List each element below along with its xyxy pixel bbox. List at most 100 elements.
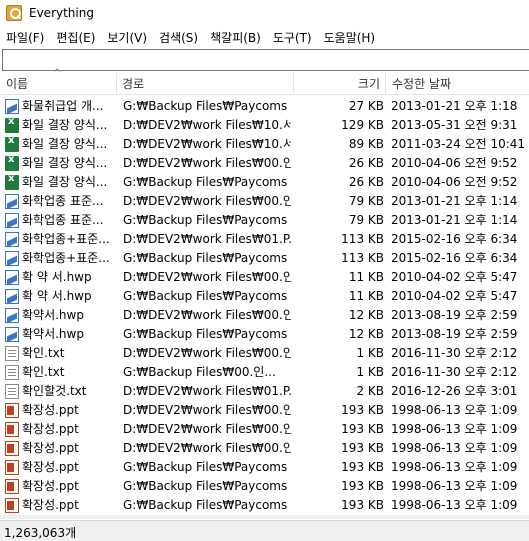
file-path: G:₩Backup Files₩Paycoms Fi... bbox=[123, 479, 291, 493]
file-modified-date: 2013-01-21 오후 1:14 bbox=[391, 213, 518, 227]
menu-search[interactable]: 검색(S) bbox=[159, 29, 198, 46]
file-size: 1 KB bbox=[356, 365, 384, 379]
column-header: 이름 ^ 경로 크기 수정한 날짜 bbox=[0, 68, 529, 95]
ppt-file-icon bbox=[5, 498, 19, 513]
hwp-file-icon bbox=[5, 308, 19, 323]
file-row[interactable]: 확장성.ppt G:₩Backup Files₩Paycoms Fi... 193 … bbox=[0, 496, 529, 515]
file-name: 화학업종+표준... bbox=[22, 251, 110, 265]
search-input[interactable] bbox=[3, 50, 529, 70]
column-divider[interactable] bbox=[293, 73, 294, 95]
file-path: G:₩Backup Files₩00.인... bbox=[123, 365, 276, 379]
menu-bookmarks[interactable]: 책갈피(B) bbox=[210, 29, 261, 46]
file-modified-date: 2010-04-06 오전 9:52 bbox=[391, 156, 518, 170]
result-count: 1,263,063개 bbox=[4, 526, 77, 540]
column-size-header[interactable]: 크기 bbox=[300, 73, 380, 95]
file-size: 12 KB bbox=[348, 308, 384, 322]
file-name: 화학업종 표준... bbox=[22, 213, 104, 227]
file-size: 26 KB bbox=[348, 156, 384, 170]
file-modified-date: 1998-06-13 오후 1:09 bbox=[391, 479, 518, 493]
hwp-file-icon bbox=[5, 232, 19, 247]
file-name: 화학업종 표준... bbox=[22, 194, 104, 208]
file-path: D:₩DEV2₩work Files₩00.인... bbox=[123, 308, 291, 322]
column-divider[interactable] bbox=[385, 73, 386, 95]
menu-help[interactable]: 도움말(H) bbox=[324, 29, 376, 46]
file-modified-date: 2015-02-16 오후 6:34 bbox=[391, 251, 518, 265]
file-row[interactable]: 화물취급업 개... G:₩Backup Files₩Paycoms Fi... 2… bbox=[0, 97, 529, 116]
column-path-header[interactable]: 경로 bbox=[122, 73, 144, 95]
file-row[interactable]: 화일 결장 양식... D:₩DEV2₩work Files₩10.서식 129 K… bbox=[0, 116, 529, 135]
file-size: 193 KB bbox=[341, 498, 384, 512]
file-path: G:₩Backup Files₩Paycoms Fi... bbox=[123, 498, 291, 512]
file-size: 193 KB bbox=[341, 460, 384, 474]
file-row[interactable]: 확장성.ppt D:₩DEV2₩work Files₩00.인... 193 KB 1… bbox=[0, 401, 529, 420]
file-name: 화일 결장 양식... bbox=[22, 175, 108, 189]
excel-file-icon bbox=[5, 173, 19, 190]
sort-ascending-icon: ^ bbox=[53, 68, 62, 79]
column-divider[interactable] bbox=[116, 73, 117, 95]
file-row[interactable]: 확 약 서.hwp G:₩Backup Files₩Paycoms Fi... 11… bbox=[0, 287, 529, 306]
file-row[interactable]: 화학업종 표준... G:₩Backup Files₩Paycoms Fi... 7… bbox=[0, 211, 529, 230]
file-row[interactable]: 확 약 서.hwp D:₩DEV2₩work Files₩00.인... 11 KB… bbox=[0, 268, 529, 287]
file-name: 확인할것.txt bbox=[22, 384, 87, 398]
file-size: 27 KB bbox=[348, 99, 384, 113]
file-size: 89 KB bbox=[348, 137, 384, 151]
file-path: D:₩DEV2₩work Files₩00.인... bbox=[123, 156, 291, 170]
file-row[interactable]: 확장성.ppt G:₩Backup Files₩Paycoms Fi... 193 … bbox=[0, 458, 529, 477]
horizontal-scrollbar[interactable] bbox=[0, 515, 529, 519]
file-modified-date: 2016-11-30 오후 2:12 bbox=[391, 346, 518, 360]
menu-edit[interactable]: 편집(E) bbox=[56, 29, 95, 46]
file-modified-date: 1998-06-13 오후 1:09 bbox=[391, 441, 518, 455]
file-row[interactable]: 확인할것.txt D:₩DEV2₩work Files₩01.P... 2 KB 20… bbox=[0, 382, 529, 401]
column-modified-header[interactable]: 수정한 날짜 bbox=[392, 73, 451, 95]
file-size: 12 KB bbox=[348, 327, 384, 341]
file-row[interactable]: 확약서.hwp D:₩DEV2₩work Files₩00.인... 12 KB 20… bbox=[0, 306, 529, 325]
file-size: 193 KB bbox=[341, 403, 384, 417]
hwp-file-icon bbox=[5, 99, 19, 114]
file-modified-date: 2013-08-19 오후 2:59 bbox=[391, 308, 518, 322]
file-path: D:₩DEV2₩work Files₩00.인... bbox=[123, 270, 291, 284]
file-row[interactable]: 화학업종+표준... D:₩DEV2₩work Files₩01.P... 113 … bbox=[0, 230, 529, 249]
file-path: D:₩DEV2₩work Files₩10.서식 bbox=[123, 118, 291, 132]
text-file-icon bbox=[5, 384, 19, 399]
file-row[interactable]: 확장성.ppt D:₩DEV2₩work Files₩00.인... 193 KB 1… bbox=[0, 420, 529, 439]
file-row[interactable]: 화학업종+표준... G:₩Backup Files₩Paycoms Fi... 1… bbox=[0, 249, 529, 268]
column-name-header[interactable]: 이름 bbox=[6, 73, 28, 95]
file-size: 11 KB bbox=[348, 270, 384, 284]
file-row[interactable]: 화일 결장 양식... D:₩DEV2₩work Files₩10.서식 89 KB… bbox=[0, 135, 529, 154]
ppt-file-icon bbox=[5, 460, 19, 475]
file-row[interactable]: 화학업종 표준... D:₩DEV2₩work Files₩00.인... 79 K… bbox=[0, 192, 529, 211]
file-modified-date: 2010-04-02 오후 5:47 bbox=[391, 289, 518, 303]
menu-view[interactable]: 보기(V) bbox=[107, 29, 147, 46]
excel-file-icon bbox=[5, 135, 19, 152]
file-row[interactable]: 화일 결장 양식... D:₩DEV2₩work Files₩00.인... 26 … bbox=[0, 154, 529, 173]
file-path: G:₩Backup Files₩Paycoms Fi... bbox=[123, 99, 291, 113]
menu-tools[interactable]: 도구(T) bbox=[273, 29, 312, 46]
file-modified-date: 1998-06-13 오후 1:09 bbox=[391, 460, 518, 474]
window-title: Everything bbox=[29, 6, 94, 20]
title-bar: Everything bbox=[0, 0, 529, 26]
file-name: 확장성.ppt bbox=[22, 441, 79, 455]
file-row[interactable]: 확인.txt D:₩DEV2₩work Files₩00.인... 1 KB 2016… bbox=[0, 344, 529, 363]
excel-file-icon bbox=[5, 154, 19, 171]
file-row[interactable]: 확장성.ppt D:₩DEV2₩work Files₩00.인... 193 KB 1… bbox=[0, 439, 529, 458]
file-path: D:₩DEV2₩work Files₩00.인... bbox=[123, 346, 291, 360]
hwp-file-icon bbox=[5, 270, 19, 285]
file-modified-date: 1998-06-13 오후 1:09 bbox=[391, 498, 518, 512]
file-path: D:₩DEV2₩work Files₩10.서식 bbox=[123, 137, 291, 151]
file-row[interactable]: 확약서.hwp G:₩Backup Files₩Paycoms Fi... 12 K… bbox=[0, 325, 529, 344]
file-name: 확 약 서.hwp bbox=[22, 270, 92, 284]
file-path: D:₩DEV2₩work Files₩00.인... bbox=[123, 403, 291, 417]
file-size: 193 KB bbox=[341, 422, 384, 436]
file-name: 확 약 서.hwp bbox=[22, 289, 92, 303]
ppt-file-icon bbox=[5, 441, 19, 456]
menu-bar: 파일(F) 편집(E) 보기(V) 검색(S) 책갈피(B) 도구(T) 도움말… bbox=[0, 26, 529, 48]
file-modified-date: 2013-08-19 오후 2:59 bbox=[391, 327, 518, 341]
file-row[interactable]: 확인.txt G:₩Backup Files₩00.인... 1 KB 2016-11… bbox=[0, 363, 529, 382]
file-row[interactable]: 화일 결장 양식... G:₩Backup Files₩Paycoms Fi...… bbox=[0, 173, 529, 192]
hwp-file-icon bbox=[5, 251, 19, 266]
file-size: 193 KB bbox=[341, 441, 384, 455]
file-path: G:₩Backup Files₩Paycoms Fi... bbox=[123, 289, 291, 303]
file-row[interactable]: 확장성.ppt G:₩Backup Files₩Paycoms Fi... 193 … bbox=[0, 477, 529, 496]
menu-file[interactable]: 파일(F) bbox=[6, 29, 44, 46]
file-path: G:₩Backup Files₩Paycoms Fi... bbox=[123, 251, 291, 265]
